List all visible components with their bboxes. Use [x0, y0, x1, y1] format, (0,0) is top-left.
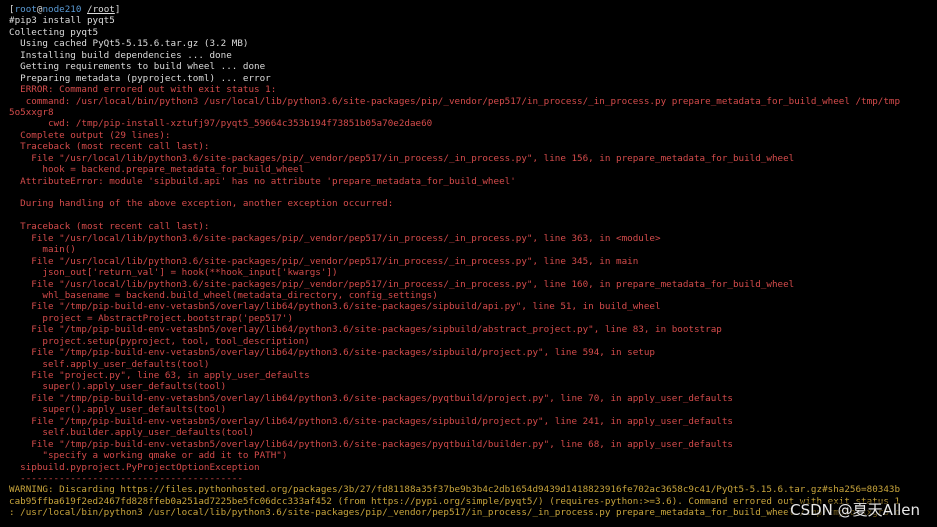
output-line: self.apply_user_defaults(tool) [9, 358, 210, 370]
output-line: 5o5xxgr8 [9, 106, 54, 118]
prompt-close-bracket: ] [114, 4, 121, 15]
output-line: command: /usr/local/bin/python3 /usr/loc… [9, 95, 901, 107]
output-line: File "/tmp/pip-build-env-vetasbn5/overla… [9, 324, 722, 336]
shell-prompt: [root@node210 /root] [9, 4, 937, 15]
output-line: project = AbstractProject.bootstrap('pep… [9, 312, 294, 324]
output-line: Preparing metadata (pyproject.toml) ... … [9, 72, 271, 84]
csdn-watermark: CSDN @夏天Allen [787, 501, 923, 519]
output-line: File "/tmp/pip-build-env-vetasbn5/overla… [9, 415, 733, 427]
prompt-host: node210 [42, 4, 82, 15]
output-line: json_out['return_val'] = hook(**hook_inp… [9, 267, 338, 279]
terminal-output[interactable]: [root@node210 /root] #pip3 install pyqt5… [9, 4, 937, 524]
output-line: hook = backend.prepare_metadata_for_buil… [9, 164, 305, 176]
output-line: super().apply_user_defaults(tool) [9, 404, 227, 416]
output-line: File "/usr/local/lib/python3.6/site-pack… [9, 255, 639, 267]
output-line: cwd: /tmp/pip-install-xztufj97/pyqt5_596… [9, 118, 433, 130]
output-line: "specify a working qmake or add it to PA… [9, 450, 288, 462]
output-line: File "project.py", line 63, in apply_use… [9, 370, 310, 381]
output-lines: #pip3 install pyqt5 Collecting pyqt5 Usin… [9, 15, 937, 518]
output-line: Traceback (most recent call last): [9, 141, 210, 153]
output-line: Collecting pyqt5 [9, 26, 99, 38]
output-line: Getting requirements to build wheel ... … [9, 61, 266, 73]
output-line: During handling of the above exception, … [9, 198, 394, 210]
output-line: super().apply_user_defaults(tool) [9, 381, 227, 393]
output-line: ERROR: Command errored out with exit sta… [9, 84, 277, 96]
prompt-user: root [14, 4, 37, 15]
output-line: File "/tmp/pip-build-env-vetasbn5/overla… [9, 347, 656, 359]
output-line: File "/usr/local/lib/python3.6/site-pack… [9, 152, 795, 164]
output-line: sipbuild.pyproject.PyProjectOptionExcept… [9, 461, 260, 473]
output-line: whl_basename = backend.build_wheel(metad… [9, 289, 438, 301]
output-line: project.setup(pyproject, tool, tool_desc… [9, 335, 310, 347]
output-line: #pip3 install pyqt5 [9, 15, 115, 27]
output-line: WARNING: Discarding https://files.python… [9, 484, 901, 496]
output-line: File "/tmp/pip-build-env-vetasbn5/overla… [9, 301, 661, 313]
output-line: Using cached PyQt5-5.15.6.tar.gz (3.2 MB… [9, 38, 249, 50]
output-line: ---------------------------------------- [9, 472, 243, 484]
output-line: Complete output (29 lines): [9, 129, 171, 141]
output-line: File "/usr/local/lib/python3.6/site-pack… [9, 278, 795, 290]
output-line: Installing build dependencies ... done [9, 49, 232, 61]
output-line: File "/tmp/pip-build-env-vetasbn5/overla… [9, 438, 733, 450]
output-line: File "/tmp/pip-build-env-vetasbn5/overla… [9, 392, 733, 404]
output-line: Traceback (most recent call last): [9, 221, 210, 233]
output-line: File "/usr/local/lib/python3.6/site-pack… [9, 232, 661, 244]
output-line: main() [9, 244, 76, 256]
prompt-path: /root [87, 4, 115, 15]
output-line: self.builder.apply_user_defaults(tool) [9, 427, 255, 439]
output-line: AttributeError: module 'sipbuild.api' ha… [9, 175, 516, 187]
